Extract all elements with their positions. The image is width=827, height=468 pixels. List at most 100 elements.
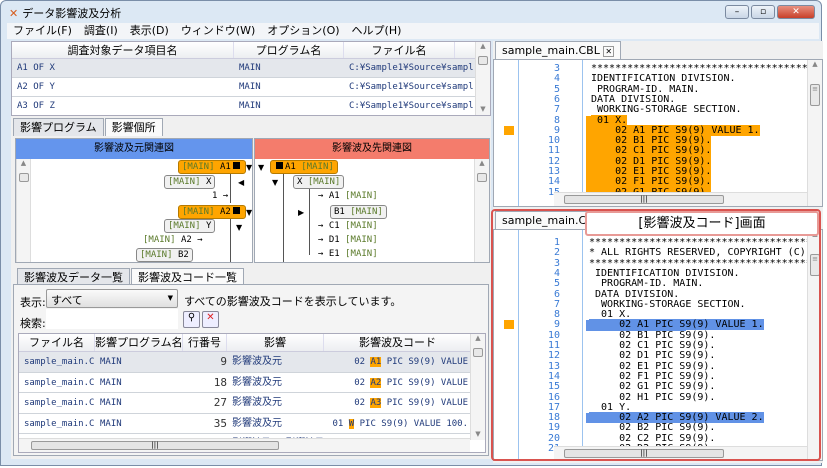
collapse-icon[interactable]: ▼ bbox=[258, 163, 264, 172]
table-row[interactable]: A3 OF Z MAIN C:¥Sample1¥Source¥sampl bbox=[12, 97, 490, 115]
col-header-program[interactable]: 影響プログラム名 bbox=[95, 334, 183, 351]
line-number: 15 bbox=[547, 381, 560, 393]
effect: 影響波及元 bbox=[232, 376, 282, 388]
node-a2[interactable]: [MAIN] A2 bbox=[178, 205, 246, 219]
code-editor-top[interactable]: 3***************************************… bbox=[493, 59, 823, 207]
col-header-item[interactable]: 調査対象データ項目名 bbox=[12, 42, 234, 58]
vertical-scrollbar[interactable]: ▲ ▼ bbox=[475, 42, 490, 115]
code-line: WORKING-STORAGE SECTION. bbox=[591, 104, 742, 116]
impact-highlight: A3 bbox=[370, 398, 382, 408]
item-name: A1 OF X bbox=[17, 63, 55, 73]
table-row[interactable]: A1 OF X MAIN C:¥Sample1¥Source¥sampl bbox=[12, 59, 490, 78]
expand-left-icon[interactable]: ◀ bbox=[238, 178, 244, 187]
clear-search-button[interactable]: ✕ bbox=[202, 311, 219, 328]
maximize-button[interactable]: ▫ bbox=[751, 5, 775, 19]
node-literal: 1 → bbox=[212, 191, 229, 201]
title-bar: ✕ データ影響波及分析 bbox=[9, 5, 121, 21]
collapse-icon[interactable]: ▼ bbox=[246, 163, 252, 172]
search-label: 検索: bbox=[20, 317, 46, 330]
collapse-icon[interactable]: ▼ bbox=[272, 178, 278, 187]
col-header-code[interactable]: 影響波及コード bbox=[324, 334, 472, 351]
node-e1: → E1 [MAIN] bbox=[318, 249, 378, 259]
horizontal-scrollbar[interactable]: ||| bbox=[554, 192, 807, 206]
source-diagram-scrollbar[interactable]: ▲ bbox=[16, 159, 31, 262]
filter-label: 表示: bbox=[20, 296, 46, 309]
right-pane: sample_main.CBL ✕ 3 *********************… bbox=[491, 41, 823, 463]
app-icon: ✕ bbox=[9, 6, 19, 20]
collapse-icon[interactable]: ▼ bbox=[246, 208, 252, 217]
line-number: 27 bbox=[213, 396, 227, 409]
clear-search-icon: ✕ bbox=[206, 312, 215, 323]
program-name: MAIN bbox=[100, 398, 122, 408]
program-name: MAIN bbox=[239, 63, 261, 73]
filter-select[interactable]: すべて ▼ bbox=[46, 289, 178, 308]
file-name: sample_main.CBL bbox=[24, 398, 95, 408]
file-name: sample_main.CBL bbox=[24, 377, 95, 388]
item-name: A3 OF Z bbox=[17, 101, 55, 111]
menu-window[interactable]: ウィンドウ(W) bbox=[181, 23, 255, 39]
file-name: C:¥Sample1¥Source¥sampl bbox=[349, 82, 474, 92]
menu-file[interactable]: ファイル(F) bbox=[13, 23, 72, 39]
file-name: sample_main.CBL bbox=[24, 357, 95, 367]
search-button[interactable]: ⚲ bbox=[183, 311, 200, 328]
file-name: sample_main.CBL bbox=[24, 418, 95, 429]
node-x[interactable]: [MAIN] X bbox=[164, 175, 216, 189]
impact-code-table: ファイル名 影響プログラム名 行番号 影響 影響波及コード sample_mai… bbox=[18, 333, 486, 453]
program-name: MAIN bbox=[239, 101, 261, 111]
source-diagram: 影響波及元関連図 ▲ [MAIN] A1 ▼ [MAIN] X ◀ 1 → [M… bbox=[15, 138, 253, 263]
node-b1[interactable]: B1 [MAIN] bbox=[330, 205, 387, 219]
table-row[interactable]: sample_main.CBLMAIN9影響波及元02 A1 PIC S9(9)… bbox=[19, 352, 485, 373]
menu-view[interactable]: 表示(D) bbox=[130, 23, 169, 39]
left-pane: 調査対象データ項目名 プログラム名 ファイル名 A1 OF X MAIN C:¥Sa… bbox=[11, 41, 491, 459]
program-name: MAIN bbox=[100, 418, 122, 429]
tab-editor-top[interactable]: sample_main.CBL ✕ bbox=[495, 41, 622, 59]
node-y[interactable]: [MAIN] Y bbox=[164, 219, 216, 233]
expand-icon[interactable]: ▶ bbox=[298, 208, 304, 217]
node-b2[interactable]: [MAIN] B2 bbox=[136, 248, 193, 262]
vertical-scrollbar[interactable]: ▲ ▼ bbox=[470, 334, 485, 440]
menu-options[interactable]: オプション(O) bbox=[267, 23, 339, 39]
impact-code-panel: 表示: すべて ▼ すべての影響波及コードを表示しています。 検索: ⚲ ✕ ファ… bbox=[13, 284, 489, 456]
file-name: C:¥Sample1¥Source¥sampl bbox=[349, 63, 474, 73]
close-tab-icon[interactable]: ✕ bbox=[603, 46, 615, 57]
col-header-file[interactable]: ファイル名 bbox=[344, 42, 455, 58]
window-title: データ影響波及分析 bbox=[22, 7, 122, 20]
node-a1[interactable]: A1 [MAIN] bbox=[270, 160, 338, 174]
line-number: 7 bbox=[553, 104, 560, 116]
line-number: 9 bbox=[220, 355, 227, 368]
table-row[interactable]: sample_main.CBLMAIN35影響波及元01 W PIC S9(9)… bbox=[19, 414, 485, 434]
horizontal-scrollbar[interactable]: ||| bbox=[19, 438, 470, 452]
col-header-line[interactable]: 行番号 bbox=[183, 334, 227, 351]
node-x[interactable]: X [MAIN] bbox=[293, 175, 345, 189]
table-row[interactable]: sample_main.CBLMAIN18影響波及元02 A2 PIC S9(9… bbox=[19, 373, 485, 393]
node-a1[interactable]: [MAIN] A1 bbox=[178, 160, 246, 174]
dest-diagram-scrollbar[interactable]: ▲ bbox=[474, 159, 489, 262]
menu-help[interactable]: ヘルプ(H) bbox=[352, 23, 402, 39]
table-row[interactable]: sample_main.CBLMAIN27影響波及元02 A3 PIC S9(9… bbox=[19, 393, 485, 414]
search-input[interactable] bbox=[46, 309, 178, 329]
col-header-program[interactable]: プログラム名 bbox=[234, 42, 344, 58]
target-items-table: 調査対象データ項目名 プログラム名 ファイル名 A1 OF X MAIN C:¥Sa… bbox=[11, 41, 491, 116]
dest-diagram: 影響波及先関連図 ▼ A1 [MAIN] ▼ X [MAIN] → A1 [MA… bbox=[254, 138, 490, 263]
magnifier-icon: ⚲ bbox=[187, 312, 196, 323]
menu-investigate[interactable]: 調査(I) bbox=[84, 23, 118, 39]
main-window: ✕ データ影響波及分析 – ▫ ✕ ファイル(F) 調査(I) 表示(D) ウィ… bbox=[0, 0, 823, 466]
table-row[interactable]: A2 OF Y MAIN C:¥Sample1¥Source¥sampl bbox=[12, 78, 490, 97]
vertical-scrollbar[interactable]: ▲≡ bbox=[807, 60, 822, 206]
code-editor-bottom[interactable]: 1***************************************… bbox=[493, 229, 823, 461]
minimize-button[interactable]: – bbox=[725, 5, 749, 19]
file-name: C:¥Sample1¥Source¥sampl bbox=[349, 101, 474, 111]
tab-impact-programs[interactable]: 影響プログラム bbox=[13, 118, 104, 136]
tab-impact-locations[interactable]: 影響個所 bbox=[104, 118, 163, 136]
close-button[interactable]: ✕ bbox=[777, 5, 815, 19]
impact-marker bbox=[504, 320, 514, 330]
col-header-effect[interactable]: 影響 bbox=[227, 334, 324, 351]
line-number: 5 bbox=[553, 278, 560, 290]
program-name: MAIN bbox=[100, 377, 122, 388]
col-header-file[interactable]: ファイル名 bbox=[19, 334, 95, 351]
collapse-icon[interactable]: ▼ bbox=[236, 223, 242, 232]
vertical-scrollbar[interactable]: ▲≡ bbox=[807, 230, 822, 460]
menu-bar: ファイル(F) 調査(I) 表示(D) ウィンドウ(W) オプション(O) ヘル… bbox=[7, 23, 819, 39]
horizontal-scrollbar[interactable]: ||| bbox=[554, 446, 807, 460]
item-name: A2 OF Y bbox=[17, 82, 55, 92]
